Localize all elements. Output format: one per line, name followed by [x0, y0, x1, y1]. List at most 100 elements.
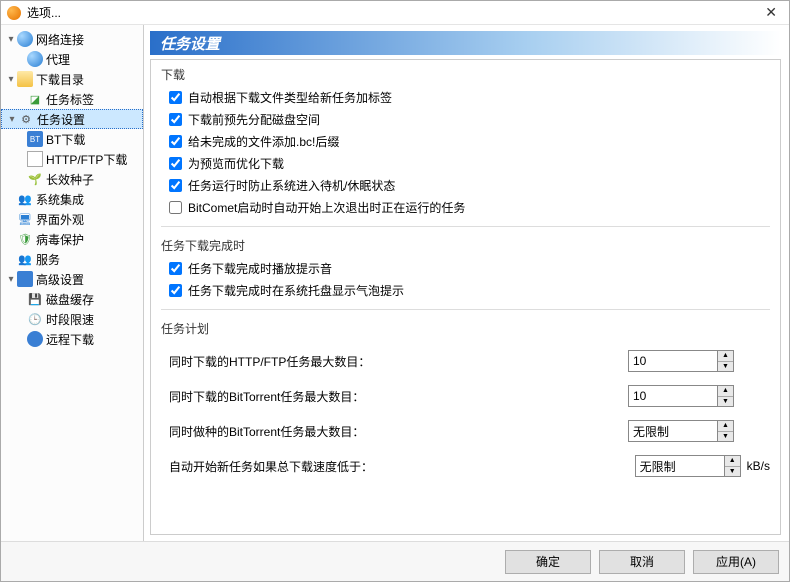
max-bt-input[interactable] — [628, 385, 718, 407]
sidebar-item-long-seed[interactable]: 🌱长效种子 — [1, 169, 143, 189]
max-http-spinbox: ▲▼ — [628, 350, 734, 372]
globe-icon — [27, 51, 43, 67]
sidebar-item-label: 远程下载 — [46, 331, 94, 348]
max-http-input[interactable] — [628, 350, 718, 372]
chk-resume-on-start[interactable] — [169, 201, 182, 214]
autostart-label: 自动开始新任务如果总下载速度低于： — [169, 458, 635, 475]
chk-balloon[interactable] — [169, 284, 182, 297]
max-seed-spinbox: ▲▼ — [628, 420, 734, 442]
sidebar-item-virus[interactable]: 🛡病毒保护 — [1, 229, 143, 249]
sidebar-item-label: 长效种子 — [46, 171, 94, 188]
sidebar-item-label: 界面外观 — [36, 211, 84, 228]
sidebar-item-disk-cache[interactable]: 💾磁盘缓存 — [1, 289, 143, 309]
sidebar-item-system-integration[interactable]: 👥系统集成 — [1, 189, 143, 209]
spin-down-icon[interactable]: ▼ — [718, 362, 733, 372]
chk-play-sound[interactable] — [169, 262, 182, 275]
sidebar-item-ui-appearance[interactable]: 🖥界面外观 — [1, 209, 143, 229]
spin-down-icon[interactable]: ▼ — [718, 397, 733, 407]
chk-label: 任务运行时防止系统进入待机/休眠状态 — [188, 177, 395, 194]
chk-label: 任务下载完成时在系统托盘显示气泡提示 — [188, 282, 404, 299]
sidebar-item-services[interactable]: 👥服务 — [1, 249, 143, 269]
remote-icon — [27, 331, 43, 347]
document-icon — [27, 151, 43, 167]
sidebar-item-remote-download[interactable]: 远程下载 — [1, 329, 143, 349]
gear-icon: ⚙ — [18, 111, 34, 127]
sidebar-item-schedule-limit[interactable]: 🕒时段限速 — [1, 309, 143, 329]
max-http-label: 同时下载的HTTP/FTP任务最大数目： — [169, 353, 628, 370]
bt-icon: BT — [27, 131, 43, 147]
max-seed-label: 同时做种的BitTorrent任务最大数目： — [169, 423, 628, 440]
service-icon: 👥 — [17, 251, 33, 267]
paint-icon: 🖥 — [17, 211, 33, 227]
group-plan-label: 任务计划 — [161, 320, 770, 337]
sidebar-item-label: 代理 — [46, 51, 70, 68]
folder-icon — [17, 71, 33, 87]
sidebar-item-label: 下载目录 — [36, 71, 84, 88]
cancel-button[interactable]: 取消 — [599, 550, 685, 574]
chk-auto-tag[interactable] — [169, 91, 182, 104]
users-icon: 👥 — [17, 191, 33, 207]
sidebar-item-label: 任务标签 — [46, 91, 94, 108]
close-icon[interactable]: ✕ — [759, 4, 783, 21]
globe-icon — [17, 31, 33, 47]
chk-prevent-sleep[interactable] — [169, 179, 182, 192]
options-window: 选项... ✕ ▾网络连接 代理 ▾下载目录 ◪任务标签 ▾⚙任务设置 BTBT… — [0, 0, 790, 582]
sidebar-item-download-dir[interactable]: ▾下载目录 — [1, 69, 143, 89]
autostart-input[interactable] — [635, 455, 725, 477]
sidebar-item-label: 系统集成 — [36, 191, 84, 208]
unit-kbs: kB/s — [747, 459, 770, 473]
spin-up-icon[interactable]: ▲ — [718, 421, 733, 432]
spin-down-icon[interactable]: ▼ — [718, 432, 733, 442]
sidebar-item-advanced[interactable]: ▾高级设置 — [1, 269, 143, 289]
button-bar: 确定 取消 应用(A) — [1, 541, 789, 581]
seed-icon: 🌱 — [27, 171, 43, 187]
sidebar-item-bt-download[interactable]: BTBT下载 — [1, 129, 143, 149]
divider — [161, 226, 770, 227]
advanced-icon — [17, 271, 33, 287]
max-seed-input[interactable] — [628, 420, 718, 442]
chk-bci-suffix[interactable] — [169, 135, 182, 148]
chk-label: 给未完成的文件添加.bc!后缀 — [188, 133, 339, 150]
chk-label: 自动根据下载文件类型给新任务加标签 — [188, 89, 392, 106]
spin-up-icon[interactable]: ▲ — [718, 351, 733, 362]
spin-up-icon[interactable]: ▲ — [718, 386, 733, 397]
sidebar-item-proxy[interactable]: 代理 — [1, 49, 143, 69]
sidebar-item-network[interactable]: ▾网络连接 — [1, 29, 143, 49]
chk-prealloc[interactable] — [169, 113, 182, 126]
main-area: ▾网络连接 代理 ▾下载目录 ◪任务标签 ▾⚙任务设置 BTBT下载 HTTP/… — [1, 25, 789, 541]
ok-button[interactable]: 确定 — [505, 550, 591, 574]
autostart-spinbox: ▲▼ — [635, 455, 741, 477]
sidebar-item-http-ftp[interactable]: HTTP/FTP下载 — [1, 149, 143, 169]
window-title: 选项... — [27, 4, 759, 21]
divider — [161, 309, 770, 310]
chk-label: 任务下载完成时播放提示音 — [188, 260, 332, 277]
sidebar-item-label: 任务设置 — [37, 111, 85, 128]
sidebar-item-label: 时段限速 — [46, 311, 94, 328]
max-bt-label: 同时下载的BitTorrent任务最大数目： — [169, 388, 628, 405]
chk-preview-optimize[interactable] — [169, 157, 182, 170]
sidebar-item-task-settings[interactable]: ▾⚙任务设置 — [1, 109, 143, 129]
sidebar-item-label: 服务 — [36, 251, 60, 268]
row-max-http: 同时下载的HTTP/FTP任务最大数目： ▲▼ — [169, 350, 770, 372]
panel-header: 任务设置 — [150, 31, 781, 55]
disk-icon: 💾 — [27, 291, 43, 307]
shield-icon: 🛡 — [17, 231, 33, 247]
sidebar-item-task-tag[interactable]: ◪任务标签 — [1, 89, 143, 109]
sidebar-item-label: HTTP/FTP下载 — [46, 151, 127, 168]
group-download-label: 下载 — [161, 66, 770, 83]
content-area: 任务设置 下载 自动根据下载文件类型给新任务加标签 下载前预先分配磁盘空间 给未… — [144, 25, 789, 541]
chk-label: 为预览而优化下载 — [188, 155, 284, 172]
spin-down-icon[interactable]: ▼ — [725, 467, 740, 477]
apply-button[interactable]: 应用(A) — [693, 550, 779, 574]
app-icon — [7, 6, 21, 20]
spin-up-icon[interactable]: ▲ — [725, 456, 740, 467]
sidebar-item-label: 网络连接 — [36, 31, 84, 48]
sidebar-item-label: BT下载 — [46, 131, 85, 148]
group-complete-label: 任务下载完成时 — [161, 237, 770, 254]
max-bt-spinbox: ▲▼ — [628, 385, 734, 407]
row-max-seed: 同时做种的BitTorrent任务最大数目： ▲▼ — [169, 420, 770, 442]
sidebar: ▾网络连接 代理 ▾下载目录 ◪任务标签 ▾⚙任务设置 BTBT下载 HTTP/… — [1, 25, 144, 541]
chk-label: BitComet启动时自动开始上次退出时正在运行的任务 — [188, 199, 465, 216]
row-max-bt: 同时下载的BitTorrent任务最大数目： ▲▼ — [169, 385, 770, 407]
tag-icon: ◪ — [27, 91, 43, 107]
